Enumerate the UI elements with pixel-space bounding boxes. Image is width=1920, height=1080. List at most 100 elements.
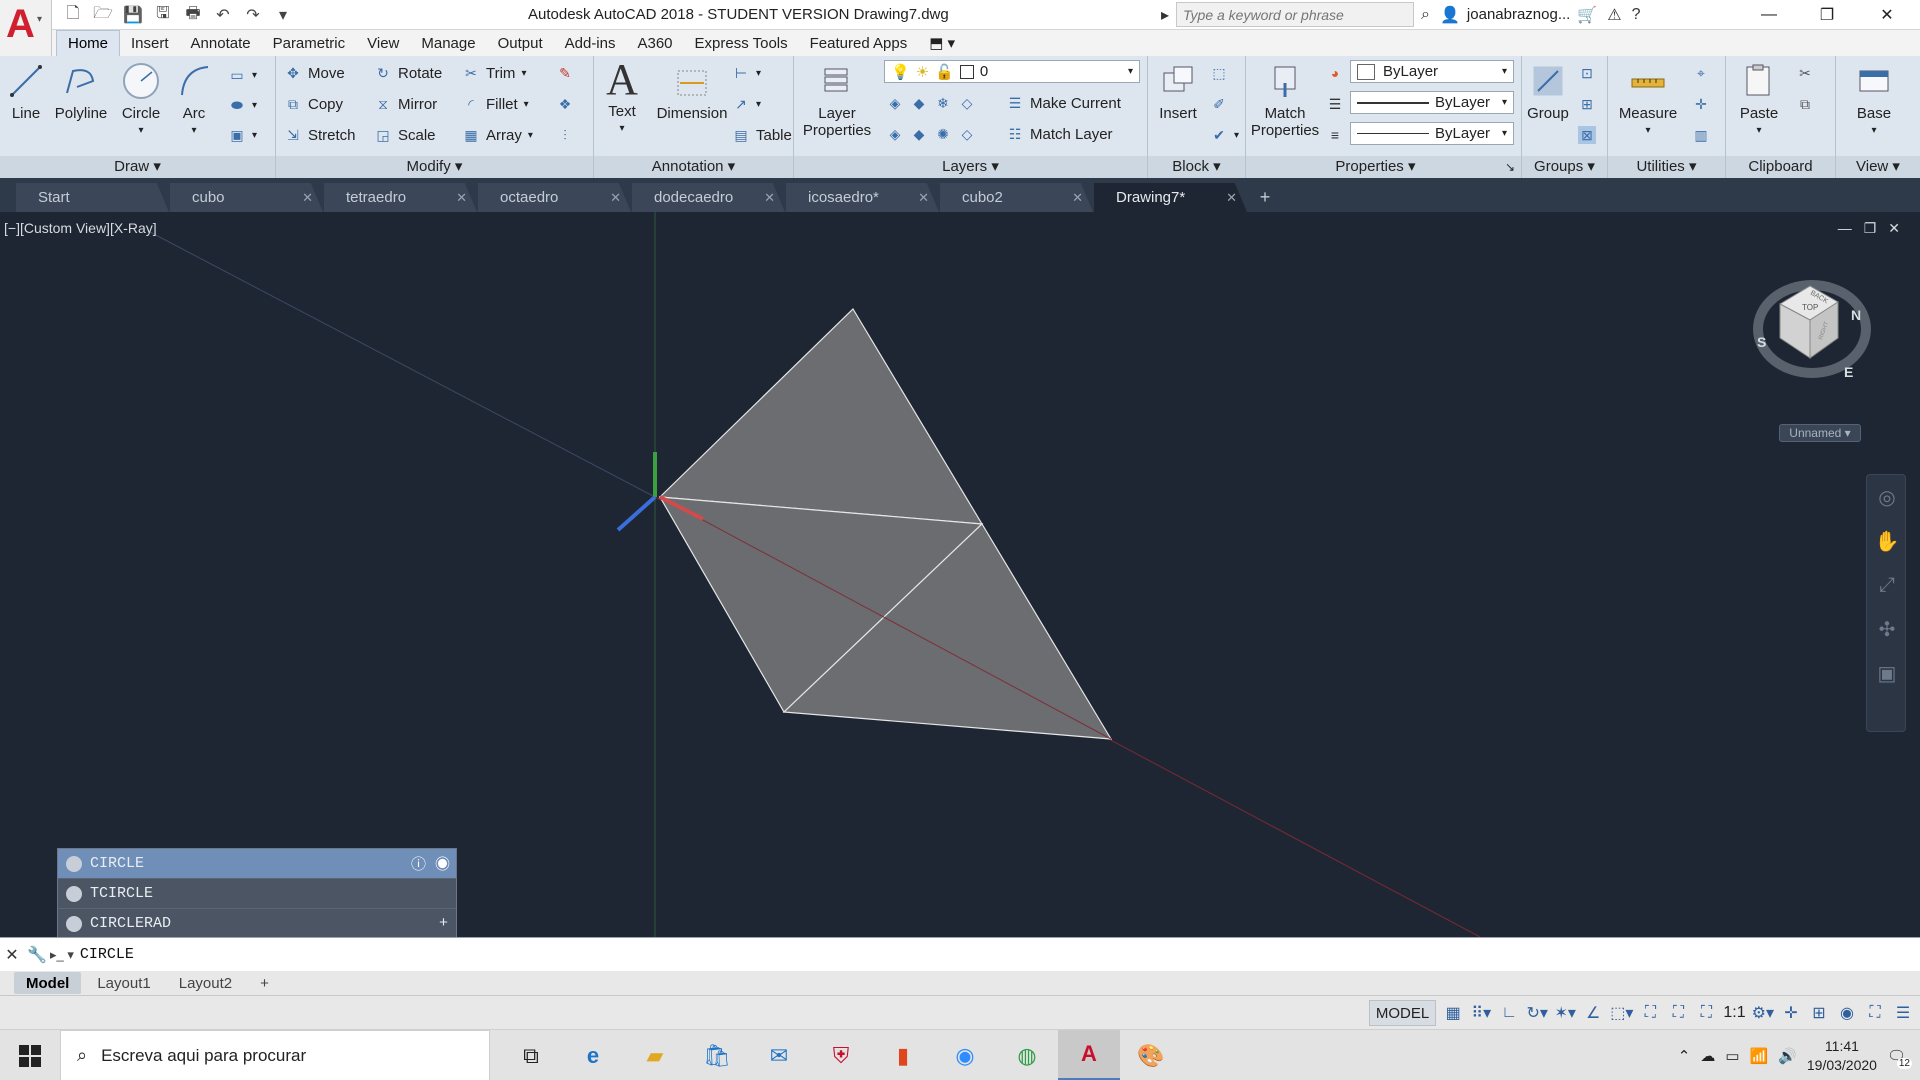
zoom-extents-icon[interactable]: ⤢ bbox=[1867, 563, 1907, 607]
close-tab-icon[interactable]: ✕ bbox=[918, 190, 929, 206]
dimension-button[interactable]: Dimension bbox=[654, 62, 730, 122]
help-icon[interactable]: ⓘ ◉ bbox=[411, 853, 450, 874]
new-file-icon[interactable]: 🗋 bbox=[60, 3, 86, 27]
command-input[interactable] bbox=[73, 940, 1920, 969]
office-icon[interactable]: ▮ bbox=[872, 1030, 934, 1080]
dialog-launcher-icon[interactable]: ↘ bbox=[1505, 156, 1515, 178]
annotation-monitor-icon[interactable]: ✛ bbox=[1780, 1000, 1802, 1026]
close-tab-icon[interactable]: ✕ bbox=[1226, 190, 1237, 206]
suggestion-circle[interactable]: CIRCLE ⓘ ◉ bbox=[58, 849, 456, 879]
model-space-canvas[interactable] bbox=[0, 212, 1920, 937]
line-button[interactable]: Line bbox=[6, 62, 46, 122]
new-tab-button[interactable]: + bbox=[1248, 183, 1282, 212]
layout-tab-layout2[interactable]: Layout2 bbox=[167, 972, 244, 994]
offset-button[interactable]: ⫶ bbox=[556, 124, 574, 146]
edit-attributes-button[interactable]: ✔ ▾ bbox=[1210, 124, 1239, 146]
autocad-taskbar-icon[interactable]: A bbox=[1058, 1030, 1120, 1080]
layer-properties-button[interactable]: Layer Properties bbox=[800, 62, 874, 139]
doc-tab-drawing7[interactable]: Drawing7* ✕ bbox=[1094, 183, 1247, 212]
doc-tab-cubo2[interactable]: cubo2 ✕ bbox=[940, 183, 1093, 212]
close-tab-icon[interactable]: ✕ bbox=[610, 190, 621, 206]
base-button[interactable]: Base ▾ bbox=[1852, 62, 1896, 139]
minimize-icon[interactable]: — bbox=[1838, 220, 1852, 237]
application-menu-button[interactable]: A ▾ bbox=[0, 0, 52, 58]
layer-dropdown[interactable]: 💡 ☀ 🔓 0 ▾ bbox=[884, 60, 1140, 83]
create-block-button[interactable]: ⬚ bbox=[1210, 62, 1228, 84]
group-selection-button[interactable]: ⊠ bbox=[1578, 124, 1596, 146]
paint-icon[interactable]: 🎨 bbox=[1120, 1030, 1182, 1080]
close-tab-icon[interactable]: ✕ bbox=[764, 190, 775, 206]
viewport-controls-label[interactable]: [−][Custom View][X-Ray] bbox=[4, 220, 157, 236]
layout-tab-model[interactable]: Model bbox=[14, 972, 82, 994]
stretch-button[interactable]: ⇲ Stretch bbox=[284, 124, 355, 146]
wrench-icon[interactable]: 🔧 bbox=[24, 945, 50, 965]
windows-start-button[interactable] bbox=[0, 1030, 60, 1080]
close-icon[interactable]: ✕ bbox=[1858, 0, 1916, 30]
doc-tab-start[interactable]: Start bbox=[16, 183, 169, 212]
copy-clip-button[interactable]: ⧉ bbox=[1796, 93, 1814, 115]
layers-panel-title[interactable]: Layers ▾ bbox=[794, 156, 1147, 178]
ortho-icon[interactable]: ∟ bbox=[1498, 1000, 1520, 1026]
autoscale-icon[interactable]: ⛶ bbox=[1667, 1000, 1689, 1026]
chevron-up-icon[interactable]: ⌃ bbox=[1678, 1047, 1691, 1065]
tab-a360[interactable]: A360 bbox=[626, 31, 683, 56]
block-panel-title[interactable]: Block ▾ bbox=[1148, 156, 1245, 178]
view-panel-title[interactable]: View ▾ bbox=[1836, 156, 1920, 178]
tab-express-tools[interactable]: Express Tools bbox=[684, 31, 799, 56]
object-snap-tracking-icon[interactable]: ∠ bbox=[1582, 1000, 1604, 1026]
add-layout-button[interactable]: + bbox=[248, 972, 281, 994]
doc-tab-octaedro[interactable]: octaedro ✕ bbox=[478, 183, 631, 212]
user-name[interactable]: joanabraznog... bbox=[1467, 6, 1570, 23]
clipboard-panel-title[interactable]: Clipboard bbox=[1726, 156, 1835, 178]
onedrive-icon[interactable]: ☁ bbox=[1700, 1047, 1715, 1065]
insert-button[interactable]: Insert bbox=[1152, 62, 1204, 122]
mail-icon[interactable]: ✉ bbox=[748, 1030, 810, 1080]
annotation-scale-icon[interactable]: ⛶ bbox=[1695, 1000, 1717, 1026]
ucs-menu[interactable]: Unnamed ▾ bbox=[1779, 424, 1861, 442]
workspace-gear-icon[interactable]: ⚙▾ bbox=[1752, 1000, 1774, 1026]
lineweight-dropdown[interactable]: ByLayer ▾ bbox=[1350, 91, 1514, 114]
ribbon-toggle-icon[interactable]: ⬒ ▾ bbox=[918, 30, 966, 56]
chrome-icon[interactable]: ◍ bbox=[996, 1030, 1058, 1080]
store-icon[interactable]: 🛍 bbox=[686, 1030, 748, 1080]
undo-icon[interactable]: ↶ bbox=[210, 3, 236, 27]
trim-button[interactable]: ✂ Trim ▾ bbox=[462, 62, 526, 84]
paste-button[interactable]: Paste ▾ bbox=[1736, 62, 1782, 139]
match-properties-button[interactable]: Match Properties bbox=[1248, 62, 1322, 139]
expand-icon[interactable]: + bbox=[439, 915, 448, 932]
compass-n[interactable]: N bbox=[1851, 307, 1861, 323]
layer-tools-row1[interactable]: ◈ ◆ ❄ ◇ bbox=[886, 92, 976, 114]
group-edit-button[interactable]: ⊞ bbox=[1578, 93, 1596, 115]
compass-s[interactable]: S bbox=[1757, 334, 1766, 350]
fillet-button[interactable]: ◜ Fillet ▾ bbox=[462, 93, 528, 115]
drawing-viewport[interactable]: [−][Custom View][X-Ray] — ❐ ✕ TOP BACK R… bbox=[0, 212, 1920, 937]
help-icon[interactable]: ? bbox=[1629, 6, 1644, 24]
copy-button[interactable]: ⧉ Copy bbox=[284, 93, 343, 115]
viewcube[interactable]: TOP BACK RIGHT N S E bbox=[1752, 274, 1872, 394]
a360-icon[interactable]: ⚠ bbox=[1604, 5, 1624, 25]
keyword-search-input[interactable] bbox=[1176, 2, 1415, 27]
groups-panel-title[interactable]: Groups ▾ bbox=[1522, 156, 1607, 178]
move-button[interactable]: ✥ Move bbox=[284, 62, 345, 84]
battery-icon[interactable]: ▭ bbox=[1725, 1047, 1739, 1065]
match-layer-button[interactable]: ☷ Match Layer bbox=[1006, 123, 1113, 145]
customization-menu-icon[interactable]: ☰ bbox=[1892, 1000, 1914, 1026]
command-prompt-icon[interactable]: ▸_ ▾ bbox=[50, 947, 74, 963]
customize-qat-icon[interactable]: ▾ bbox=[270, 3, 296, 27]
leader-button[interactable]: ⊢ ▾ bbox=[732, 62, 761, 84]
pan-icon[interactable]: ✋ bbox=[1867, 519, 1907, 563]
ungroup-button[interactable]: ⊡ bbox=[1578, 62, 1596, 84]
maximize-icon[interactable]: ❐ bbox=[1798, 0, 1856, 30]
plot-icon[interactable]: 🖶 bbox=[180, 3, 206, 27]
explode-button[interactable]: ❖ bbox=[556, 93, 574, 115]
properties-panel-title[interactable]: Properties ▾ ↘ bbox=[1246, 156, 1521, 178]
units-icon[interactable]: ⊞ bbox=[1808, 1000, 1830, 1026]
annotation-scale-value[interactable]: 1:1 bbox=[1723, 1000, 1745, 1026]
draw-panel-title[interactable]: Draw ▾ bbox=[0, 156, 275, 178]
zoom-icon[interactable]: ◉ bbox=[934, 1030, 996, 1080]
clean-screen-icon[interactable]: ⛶ bbox=[1864, 1000, 1886, 1026]
compass-e[interactable]: E bbox=[1844, 364, 1853, 380]
tab-home[interactable]: Home bbox=[56, 30, 121, 56]
table-button[interactable]: ▤ Table bbox=[732, 124, 791, 146]
text-button[interactable]: A Text ▾ bbox=[602, 55, 642, 137]
